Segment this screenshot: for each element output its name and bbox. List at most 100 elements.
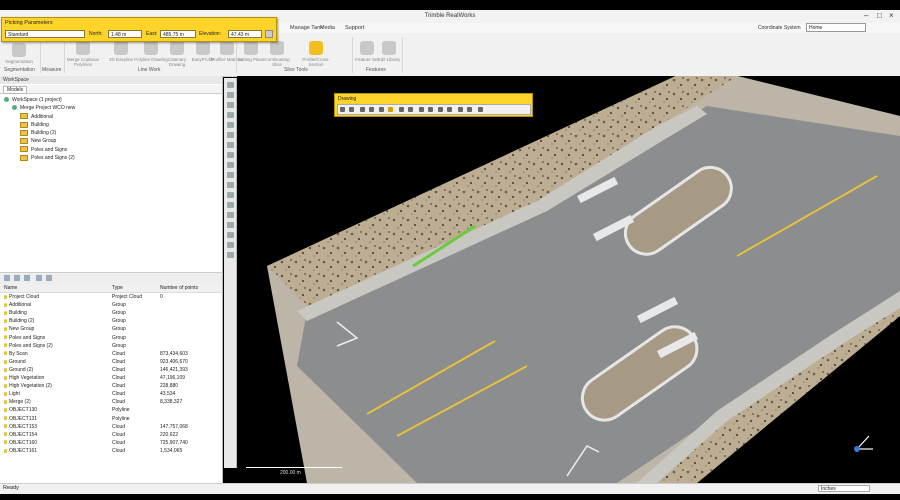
tree-item[interactable]: Poles and Signs	[4, 146, 75, 154]
visibility-bulb-icon[interactable]	[4, 359, 7, 364]
tab-media[interactable]: Media	[320, 25, 335, 31]
close-drawing-icon[interactable]	[477, 107, 483, 112]
table-row[interactable]: Light Cloud 43,534	[0, 390, 222, 398]
filter-icon[interactable]	[24, 275, 30, 281]
table-row[interactable]: OBJECT154 Cloud 220,622	[0, 431, 222, 439]
east-field[interactable]: 485.75 m	[160, 30, 196, 38]
measure-tool-icon[interactable]	[438, 107, 444, 112]
table-row[interactable]: Merge (2) Cloud 8,338,327	[0, 398, 222, 406]
table-row[interactable]: Ground Cloud 923,406,670	[0, 358, 222, 366]
north-field[interactable]: 1.48 m	[108, 30, 142, 38]
col-points[interactable]: Number of points	[160, 284, 198, 292]
visibility-bulb-icon[interactable]	[4, 367, 7, 372]
redo-tool-icon[interactable]	[418, 107, 424, 112]
visibility-bulb-icon[interactable]	[4, 391, 7, 396]
tool-icon[interactable]	[226, 202, 234, 208]
continuating-slice-button[interactable]: Continuating Slice	[260, 41, 294, 67]
visibility-bulb-icon[interactable]	[4, 399, 7, 404]
table-row[interactable]: Building (2) Group	[0, 317, 222, 325]
tool-icon[interactable]	[226, 142, 234, 148]
select-tool-icon[interactable]	[340, 107, 345, 112]
visibility-bulb-icon[interactable]	[4, 327, 7, 332]
table-row[interactable]: Additional Group	[0, 301, 222, 309]
tool-icon[interactable]	[226, 212, 234, 218]
segmentation-button[interactable]: Segmentation	[2, 43, 36, 64]
col-name[interactable]: Name	[4, 284, 17, 292]
visibility-bulb-icon[interactable]	[4, 335, 7, 340]
table-row[interactable]: Building Group	[0, 309, 222, 317]
merge-coplanar-button[interactable]: Merge Coplanar Polylines	[66, 41, 100, 67]
refresh-icon[interactable]	[46, 275, 52, 281]
visibility-bulb-icon[interactable]	[4, 343, 7, 348]
table-row[interactable]: Poles and Signs (2) Group	[0, 342, 222, 350]
close-icon[interactable]: ×	[889, 11, 894, 20]
picking-options-icon[interactable]	[265, 30, 273, 38]
tool-icon[interactable]	[226, 102, 234, 108]
tool-icon[interactable]	[226, 152, 234, 158]
profile-cross-section-button[interactable]: Profile/Cross-Section	[296, 41, 336, 67]
undo-tool-icon[interactable]	[408, 107, 414, 112]
view-icon[interactable]	[36, 275, 42, 281]
tool-icon[interactable]	[226, 122, 234, 128]
save-tool-icon[interactable]	[458, 107, 464, 112]
visibility-bulb-icon[interactable]	[4, 302, 7, 307]
visibility-bulb-icon[interactable]	[4, 351, 7, 356]
tool-icon[interactable]	[226, 252, 234, 258]
tool-icon[interactable]	[226, 192, 234, 198]
tree-item[interactable]: WorkSpace (1 project)	[4, 96, 75, 104]
delete-tool-icon[interactable]	[427, 107, 433, 112]
table-row[interactable]: OBJECT153 Cloud 147,757,068	[0, 423, 222, 431]
rect-tool-icon[interactable]	[359, 107, 365, 112]
visibility-bulb-icon[interactable]	[4, 375, 7, 380]
tool-icon[interactable]	[226, 242, 234, 248]
tree-item[interactable]: Building	[4, 121, 75, 129]
tree-item[interactable]: Additional	[4, 113, 75, 121]
tool-icon[interactable]	[226, 182, 234, 188]
tool-icon[interactable]	[226, 82, 234, 88]
tool-icon[interactable]	[226, 232, 234, 238]
tree-item[interactable]: Building (2)	[4, 129, 75, 137]
polyline-tool-icon[interactable]	[388, 107, 394, 112]
pointer-tool-icon[interactable]	[379, 107, 385, 112]
table-row[interactable]: Ground (2) Cloud 146,421,393	[0, 366, 222, 374]
table-row[interactable]: OBJECT161 Cloud 1,534,065	[0, 447, 222, 455]
tab-support[interactable]: Support	[345, 25, 364, 31]
table-row[interactable]: OBJECT130 Polyline	[0, 406, 222, 414]
visibility-bulb-icon[interactable]	[4, 432, 7, 437]
table-row[interactable]: High Vegetation (2) Cloud 228,880	[0, 382, 222, 390]
visibility-bulb-icon[interactable]	[4, 408, 7, 413]
snap-tool-icon[interactable]	[399, 107, 405, 112]
tree-item[interactable]: Merge Project WCO new	[4, 104, 75, 112]
elevation-field[interactable]: 47.43 m	[228, 30, 262, 38]
back-icon[interactable]	[14, 275, 20, 281]
col-type[interactable]: Type	[112, 284, 123, 292]
table-row[interactable]: Project Cloud Project Cloud 0	[0, 293, 222, 301]
tool-icon[interactable]	[226, 172, 234, 178]
visibility-bulb-icon[interactable]	[4, 294, 7, 299]
picking-mode-select[interactable]: Standard	[5, 30, 85, 38]
visibility-bulb-icon[interactable]	[4, 448, 7, 453]
move-tool-icon[interactable]	[368, 107, 374, 112]
table-row[interactable]: OBJECT131 Polyline	[0, 415, 222, 423]
coordinate-system-select[interactable]: Home	[806, 23, 866, 32]
maximize-icon[interactable]: □	[877, 11, 882, 20]
tool-icon[interactable]	[226, 222, 234, 228]
minimize-icon[interactable]: –	[864, 11, 868, 20]
tool-icon[interactable]	[226, 162, 234, 168]
visibility-bulb-icon[interactable]	[4, 319, 7, 324]
table-row[interactable]: By Scan Cloud 873,434,603	[0, 350, 222, 358]
edit-library-button[interactable]: Edit Library	[376, 41, 402, 62]
tree-item[interactable]: Poles and Signs (2)	[4, 154, 75, 162]
visibility-bulb-icon[interactable]	[4, 424, 7, 429]
tool-icon[interactable]	[226, 92, 234, 98]
tab-manage-tank[interactable]: Manage Tank	[290, 25, 323, 31]
table-row[interactable]: New Group Group	[0, 325, 222, 333]
table-row[interactable]: Poles and Signs Group	[0, 334, 222, 342]
tool-icon[interactable]	[226, 112, 234, 118]
page-tool-icon[interactable]	[447, 107, 453, 112]
tree-item[interactable]: New Group	[4, 137, 75, 145]
units-select[interactable]: Inches	[818, 485, 870, 492]
table-row[interactable]: High Vegetation Cloud 47,196,109	[0, 374, 222, 382]
tab-models[interactable]: Models	[3, 86, 28, 94]
visibility-bulb-icon[interactable]	[4, 440, 7, 445]
